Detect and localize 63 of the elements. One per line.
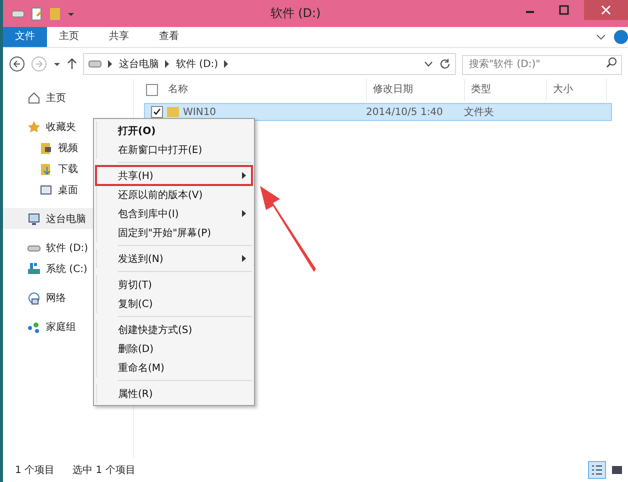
homegroup-icon — [27, 320, 41, 334]
dropdown-icon[interactable] — [424, 60, 433, 68]
ribbon-tab[interactable]: 主页 — [47, 27, 91, 47]
file-name: WIN10 — [183, 106, 216, 118]
download-folder-icon — [39, 162, 53, 176]
network-icon — [27, 290, 41, 304]
menu-item[interactable]: 属性(R) — [96, 384, 252, 403]
drive-icon — [11, 8, 25, 18]
item-count: 1 个项目 — [15, 464, 55, 477]
ribbon-tab[interactable]: 查看 — [147, 27, 191, 47]
chevron-icon[interactable] — [165, 60, 170, 68]
column-header[interactable]: 名称 — [162, 79, 367, 101]
ribbon-tab[interactable]: 共享 — [97, 27, 141, 47]
close-button[interactable] — [584, 0, 628, 20]
chevron-icon[interactable] — [224, 60, 230, 68]
row-checkbox[interactable] — [151, 106, 163, 118]
thumbnail-view-icon — [611, 464, 623, 476]
window-title: 软件 (D:) — [269, 5, 322, 22]
menu-item[interactable]: 包含到库中(I) — [96, 204, 252, 223]
folder-icon — [166, 106, 180, 118]
maximize-icon — [559, 5, 569, 15]
search-icon[interactable] — [606, 57, 617, 68]
menu-item[interactable]: 固定到"开始"屏幕(P) — [96, 223, 252, 242]
file-row[interactable]: WIN10 2014/10/5 1:40 文件夹 — [144, 103, 612, 121]
menu-item[interactable]: 共享(H) — [96, 166, 252, 185]
checkmark-icon — [153, 108, 161, 116]
home-icon — [27, 90, 41, 104]
menu-item[interactable]: 剪切(T) — [96, 275, 252, 294]
breadcrumb-item[interactable]: 这台电脑 — [119, 56, 159, 70]
desktop-icon — [39, 182, 53, 196]
table-cell: 2014/10/5 1:40 — [366, 106, 443, 118]
up-arrow-icon[interactable] — [67, 58, 77, 70]
column-header[interactable]: 类型 — [465, 79, 547, 101]
refresh-icon[interactable] — [439, 58, 451, 70]
menu-item[interactable]: 发送到(N) — [96, 249, 252, 268]
column-header[interactable]: 修改日期 — [367, 79, 465, 101]
table-cell-text: 文件夹 — [464, 106, 494, 119]
menu-item[interactable]: 在新窗口中打开(E) — [96, 140, 252, 159]
menu-item[interactable]: 还原以前的版本(V) — [96, 185, 252, 204]
address-bar[interactable]: 这台电脑 软件 (D:) — [83, 52, 456, 74]
computer-icon — [27, 212, 41, 226]
chevron-icon[interactable] — [108, 60, 113, 68]
system-drive-icon — [27, 262, 41, 276]
select-all-checkbox[interactable] — [146, 84, 158, 96]
video-folder-icon — [39, 140, 53, 154]
details-view-button[interactable] — [588, 461, 606, 479]
menu-item[interactable]: 复制(C) — [96, 294, 252, 313]
file-menu-tab[interactable]: 文件 — [3, 27, 47, 47]
selection-count: 选中 1 个项目 — [72, 464, 136, 477]
details-view-icon — [591, 464, 603, 476]
menu-item[interactable]: 创建快捷方式(S) — [96, 320, 252, 339]
column-header[interactable]: 大小 — [547, 79, 607, 101]
star-icon — [27, 120, 41, 134]
back-icon[interactable] — [9, 56, 25, 72]
menu-item[interactable]: 打开(O) — [96, 121, 252, 140]
expand-ribbon-icon[interactable] — [596, 32, 606, 42]
menu-item[interactable]: 删除(D) — [96, 339, 252, 358]
close-icon — [601, 5, 611, 15]
sidebar-item[interactable]: 主页 — [3, 87, 133, 108]
drive-icon — [88, 60, 102, 68]
search-field[interactable]: 搜索"软件 (D:)" — [462, 54, 622, 75]
menu-item[interactable]: 重命名(M) — [96, 358, 252, 377]
breadcrumb-item[interactable]: 软件 (D:) — [176, 56, 218, 70]
